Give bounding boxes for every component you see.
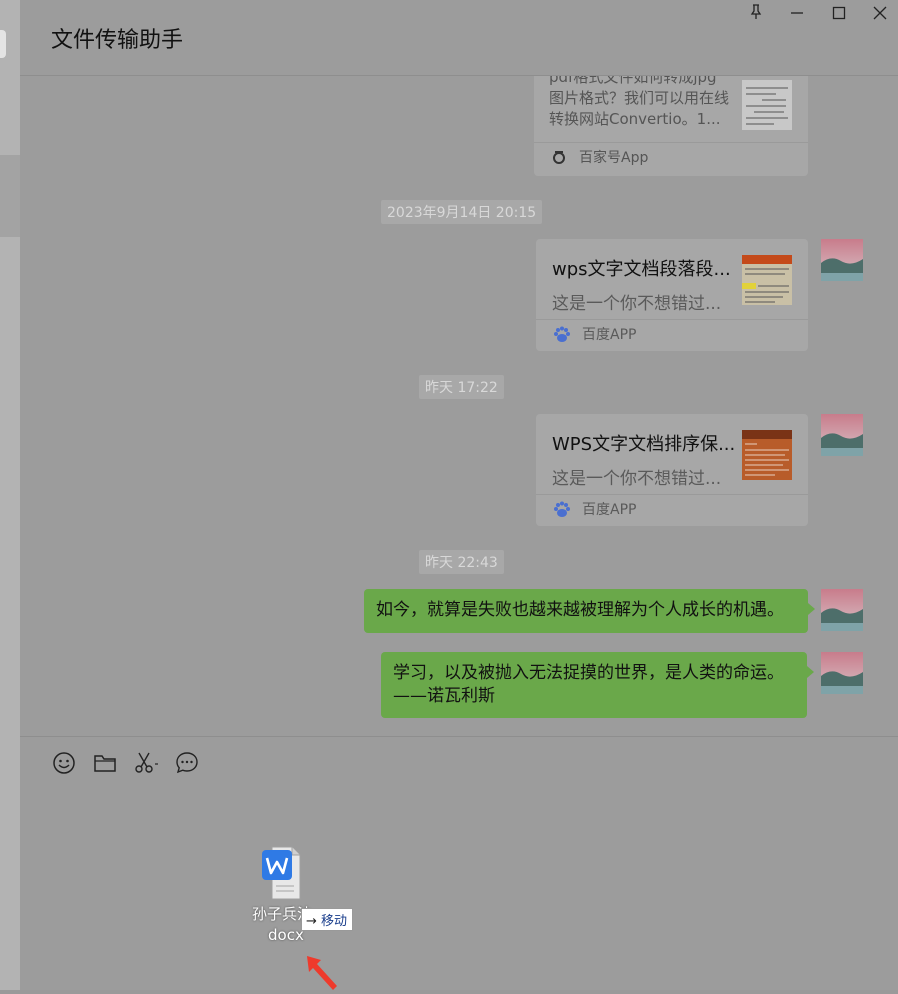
card-description-line: pdf格式文件如何转成jpg: [549, 76, 717, 86]
link-card[interactable]: WPS文字文档排序保... 这是一个你不想错过... 百度APP: [536, 414, 808, 526]
link-card[interactable]: wps文字文档段落段... 这是一个你不想错过... 百度APP: [536, 239, 808, 351]
timestamp: 昨天 17:22: [419, 375, 504, 399]
message-text: 如今，就算是失败也越来越被理解为个人成长的机遇。: [376, 600, 784, 620]
avatar[interactable]: [821, 414, 863, 456]
link-card[interactable]: pdf格式文件如何转成jpg 图片格式？我们可以用在线 转换网站Converti…: [534, 76, 808, 176]
timestamp: 2023年9月14日 20:15: [381, 200, 543, 224]
scissors-icon[interactable]: [133, 750, 159, 776]
card-source: 百度APP: [582, 502, 637, 518]
move-tooltip: → 移动: [301, 908, 354, 931]
emoji-icon[interactable]: [51, 750, 77, 776]
card-thumbnail: [742, 255, 792, 305]
card-description-line: 转换网站Convertio。1...: [549, 110, 721, 128]
card-description: 这是一个你不想错过...: [552, 469, 722, 489]
card-title: wps文字文档段落段...: [552, 259, 731, 280]
close-icon[interactable]: [869, 4, 891, 26]
text-message[interactable]: 学习，以及被抛入无法捉摸的世界，是人类的命运。 ——诺瓦利斯: [381, 652, 814, 718]
message-text: 学习，以及被抛入无法捉摸的世界，是人类的命运。: [393, 663, 784, 683]
left-panel-edge: [0, 0, 20, 990]
folder-icon[interactable]: [92, 750, 118, 776]
avatar[interactable]: [821, 589, 863, 631]
avatar[interactable]: [821, 239, 863, 281]
selected-chat-highlight[interactable]: [0, 155, 20, 237]
card-thumbnail: [742, 80, 792, 130]
chat-window: 文件传输助手 pdf格式文件如何转成jpg 图片格式？我们可以用在线 转换网站C…: [20, 0, 898, 990]
card-description-line: 图片格式？我们可以用在线: [549, 89, 730, 107]
card-title: WPS文字文档排序保...: [552, 434, 736, 455]
card-source: 百家号App: [579, 150, 649, 166]
arrow-right-icon: →: [306, 914, 317, 929]
cursor-arrow-icon: [303, 952, 343, 990]
search-box-edge[interactable]: [0, 30, 6, 58]
minimize-icon[interactable]: [786, 4, 808, 26]
baidu-paw-icon: [553, 500, 571, 518]
avatar[interactable]: [821, 652, 863, 694]
message-text: ——诺瓦利斯: [393, 686, 495, 706]
input-divider: [20, 736, 898, 737]
card-thumbnail: [742, 430, 792, 480]
card-description: 这是一个你不想错过...: [552, 294, 722, 314]
chat-title: 文件传输助手: [51, 28, 184, 53]
card-source: 百度APP: [582, 327, 637, 343]
dragged-file[interactable]: [252, 846, 332, 904]
baijiahao-icon: [551, 149, 567, 165]
maximize-icon[interactable]: [828, 4, 850, 26]
text-message[interactable]: 如今，就算是失败也越来越被理解为个人成长的机遇。: [364, 589, 815, 633]
pin-icon[interactable]: [745, 4, 767, 26]
chat-history-icon[interactable]: [174, 750, 200, 776]
title-bar: 文件传输助手: [20, 0, 898, 76]
message-list[interactable]: pdf格式文件如何转成jpg 图片格式？我们可以用在线 转换网站Converti…: [20, 76, 898, 736]
timestamp: 昨天 22:43: [419, 550, 504, 574]
baidu-paw-icon: [553, 325, 571, 343]
move-label: 移动: [321, 914, 348, 929]
